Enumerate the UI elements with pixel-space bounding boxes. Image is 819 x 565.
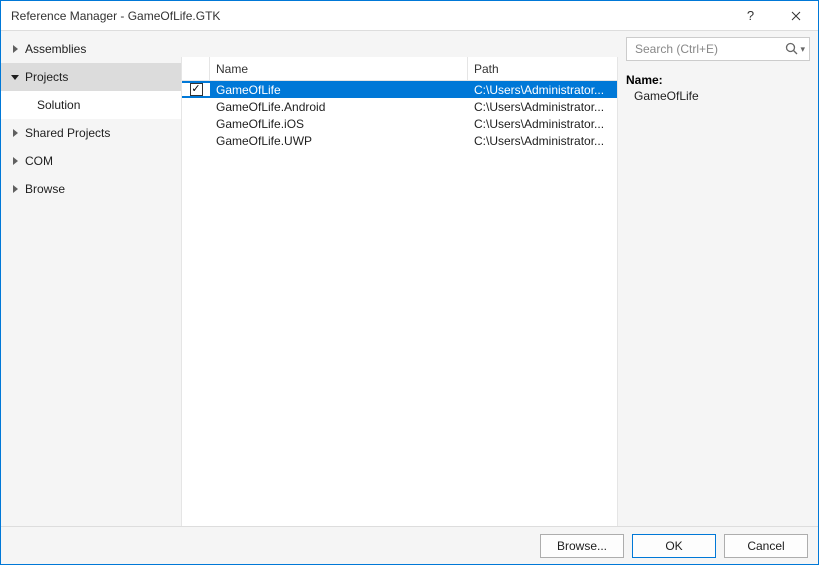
ok-button[interactable]: OK [632,534,716,558]
sidebar-item-com[interactable]: COM [1,147,181,175]
chevron-right-icon [9,127,21,139]
reference-manager-window: Reference Manager - GameOfLife.GTK ? Ass… [0,0,819,565]
chevron-right-icon [9,183,21,195]
sidebar-item-assemblies[interactable]: Assemblies [1,35,181,63]
sidebar-item-projects[interactable]: Projects [1,63,181,91]
column-header-check[interactable] [182,57,210,80]
search-icon: ▾ [785,42,805,56]
sidebar-item-browse[interactable]: Browse [1,175,181,203]
table-row[interactable]: GameOfLife.UWPC:\Users\Administrator... [182,132,617,149]
row-path: C:\Users\Administrator... [468,100,617,114]
browse-button[interactable]: Browse... [540,534,624,558]
row-name: GameOfLife.UWP [210,134,468,148]
chevron-right-icon [9,43,21,55]
sidebar-item-label: Browse [25,182,65,196]
rows-container: GameOfLifeC:\Users\Administrator...GameO… [182,81,617,149]
row-path: C:\Users\Administrator... [468,117,617,131]
close-button[interactable] [773,1,818,31]
sidebar-item-label: COM [25,154,53,168]
chevron-down-icon [9,71,21,83]
titlebar: Reference Manager - GameOfLife.GTK ? [1,1,818,31]
row-path: C:\Users\Administrator... [468,134,617,148]
details-panel: Search (Ctrl+E) ▾ Name: GameOfLife [618,31,818,526]
table-row[interactable]: GameOfLife.iOSC:\Users\Administrator... [182,115,617,132]
cancel-button[interactable]: Cancel [724,534,808,558]
help-button[interactable]: ? [728,1,773,31]
dialog-footer: Browse... OK Cancel [1,526,818,564]
table-row[interactable]: GameOfLifeC:\Users\Administrator... [182,81,617,98]
sidebar-item-label: Shared Projects [25,126,110,140]
reference-list: Name Path GameOfLifeC:\Users\Administrat… [181,57,618,526]
table-row[interactable]: GameOfLife.AndroidC:\Users\Administrator… [182,98,617,115]
close-icon [791,11,801,21]
sidebar-item-label: Projects [25,70,68,84]
column-headers: Name Path [182,57,617,81]
row-path: C:\Users\Administrator... [468,83,617,97]
sidebar-item-solution[interactable]: Solution [1,91,181,119]
row-checkbox-cell[interactable] [182,83,210,96]
sidebar-item-label: Assemblies [25,42,86,56]
window-title: Reference Manager - GameOfLife.GTK [11,9,728,23]
category-sidebar: Assemblies Projects Solution Shared Proj… [1,31,181,526]
chevron-right-icon [9,155,21,167]
column-header-path[interactable]: Path [468,57,617,80]
row-name: GameOfLife.Android [210,100,468,114]
detail-name-label: Name: [626,73,810,87]
sidebar-item-shared-projects[interactable]: Shared Projects [1,119,181,147]
content-area: Assemblies Projects Solution Shared Proj… [1,31,818,526]
help-icon: ? [747,8,754,23]
search-input[interactable]: Search (Ctrl+E) ▾ [626,37,810,61]
checkbox[interactable] [190,83,203,96]
row-name: GameOfLife [210,83,468,97]
sidebar-item-label: Solution [37,98,80,112]
detail-name-value: GameOfLife [626,89,810,103]
column-header-name[interactable]: Name [210,57,468,80]
search-placeholder: Search (Ctrl+E) [635,42,785,56]
row-name: GameOfLife.iOS [210,117,468,131]
